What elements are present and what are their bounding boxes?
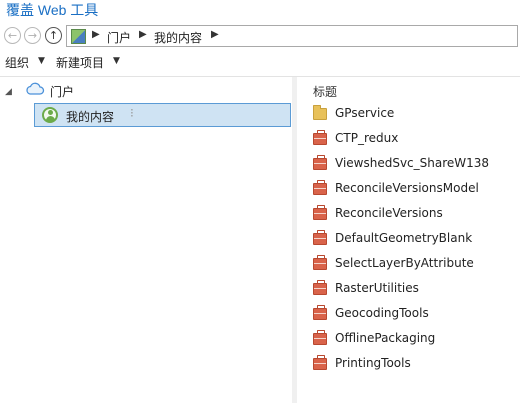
toolbox-icon <box>313 130 327 145</box>
toolbox-icon <box>313 330 327 345</box>
tree-item-my-content[interactable]: 我的内容 ⁝ <box>34 103 291 127</box>
toolbox-icon <box>313 205 327 220</box>
list-item[interactable]: ReconcileVersions <box>313 205 518 225</box>
chevron-down-icon[interactable]: ▼ <box>113 56 120 66</box>
list-item[interactable]: DefaultGeometryBlank <box>313 230 518 250</box>
tree-item-label: 我的内容 <box>66 110 115 124</box>
list-item[interactable]: ViewshedSvc_ShareW138 <box>313 155 518 175</box>
tree-collapse-icon[interactable]: ◢ <box>5 87 12 97</box>
list-item[interactable]: GeocodingTools <box>313 305 518 325</box>
address-row: ← → ↑ ▶ 门户 ▶ 我的内容 ▶ <box>0 24 520 48</box>
toolbox-icon <box>313 305 327 320</box>
forward-button[interactable]: → <box>24 27 41 44</box>
list-item[interactable]: OfflinePackaging <box>313 330 518 350</box>
list-item-label: PrintingTools <box>335 356 411 370</box>
drag-handle-icon: ⁝ <box>130 106 134 120</box>
up-button[interactable]: ↑ <box>45 27 62 44</box>
list-item-label: OfflinePackaging <box>335 331 436 345</box>
address-bar[interactable]: ▶ 门户 ▶ 我的内容 ▶ <box>66 25 518 47</box>
list-item-label: GeocodingTools <box>335 306 429 320</box>
list-item-label: SelectLayerByAttribute <box>335 256 474 270</box>
list-item[interactable]: RasterUtilities <box>313 280 518 300</box>
column-header-title[interactable]: 标题 <box>313 83 337 100</box>
list-item[interactable]: ReconcileVersionsModel <box>313 180 518 200</box>
arrow-right-icon: → <box>27 29 38 42</box>
toolbox-icon <box>313 155 327 170</box>
new-item-menu[interactable]: 新建项目 <box>56 54 104 71</box>
user-icon <box>42 107 58 123</box>
tree-item-portal[interactable]: 门户 <box>50 83 74 100</box>
back-button[interactable]: ← <box>4 27 21 44</box>
folder-icon <box>313 105 327 120</box>
list-item-label: DefaultGeometryBlank <box>335 231 473 245</box>
toolbox-icon <box>313 230 327 245</box>
list-item-label: ReconcileVersionsModel <box>335 181 479 195</box>
list-item-label: ViewshedSvc_ShareW138 <box>335 156 490 170</box>
breadcrumb-separator-icon[interactable]: ▶ <box>92 29 100 40</box>
list-item-label: CTP_redux <box>335 131 399 145</box>
toolbar: 组织 ▼ 新建项目 ▼ <box>0 52 520 72</box>
arrow-up-icon: ↑ <box>48 29 59 42</box>
list-item[interactable]: PrintingTools <box>313 355 518 375</box>
portal-map-icon <box>71 29 86 44</box>
toolbox-icon <box>313 180 327 195</box>
chevron-down-icon[interactable]: ▼ <box>38 56 45 66</box>
organize-menu[interactable]: 组织 <box>5 54 29 71</box>
breadcrumb-portal[interactable]: 门户 <box>107 29 131 46</box>
toolbox-icon <box>313 355 327 370</box>
arrow-left-icon: ← <box>7 29 18 42</box>
tree-pane: ◢ 门户 我的内容 ⁝ <box>0 77 292 403</box>
breadcrumb-separator-icon[interactable]: ▶ <box>139 29 147 40</box>
toolbox-icon <box>313 280 327 295</box>
list-item[interactable]: CTP_redux <box>313 130 518 150</box>
list-item[interactable]: GPservice <box>313 105 518 125</box>
list-item-label: ReconcileVersions <box>335 206 443 220</box>
content-list-pane: 标题 GPservice CTP_redux ViewshedSvc_Share… <box>297 77 520 403</box>
list-item-label: RasterUtilities <box>335 281 419 295</box>
breadcrumb-my-content[interactable]: 我的内容 <box>154 29 202 46</box>
list-item-label: GPservice <box>335 106 395 120</box>
cloud-icon <box>26 82 45 95</box>
toolbox-icon <box>313 255 327 270</box>
window-title: 覆盖 Web 工具 <box>6 2 99 18</box>
breadcrumb-separator-icon[interactable]: ▶ <box>211 29 219 40</box>
title-bar: 覆盖 Web 工具 <box>0 0 520 22</box>
list-item[interactable]: SelectLayerByAttribute <box>313 255 518 275</box>
